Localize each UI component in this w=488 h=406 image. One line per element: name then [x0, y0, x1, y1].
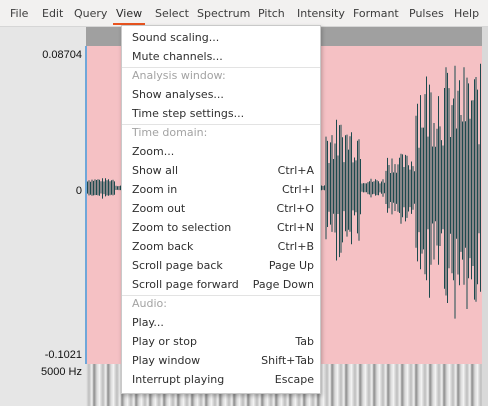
menu-item-label: Interrupt playing — [132, 373, 225, 386]
menu-item-time-domain: Time domain: — [122, 124, 320, 143]
menu-item-zoom-in[interactable]: Zoom in Ctrl+I — [122, 181, 320, 200]
menu-item-scroll-page-forward[interactable]: Scroll page forward Page Down — [122, 276, 320, 295]
menu-item-play[interactable]: Play... — [122, 314, 320, 333]
menu-item-mute-channels[interactable]: Mute channels... — [122, 48, 320, 67]
menu-item-label: Show all — [132, 164, 179, 177]
menu-item-label: Time step settings... — [132, 107, 245, 120]
menu-pulses[interactable]: Pulses — [409, 0, 444, 27]
menu-item-label: Show analyses... — [132, 88, 224, 101]
menu-item-label: Play... — [132, 316, 164, 329]
menu-spectrum[interactable]: Spectrum — [197, 0, 250, 27]
menu-item-play-or-stop[interactable]: Play or stop Tab — [122, 333, 320, 352]
menu-item-shortcut: Ctrl+I — [281, 183, 314, 196]
menu-item-label: Analysis window: — [132, 69, 226, 82]
selection-start-line — [85, 46, 87, 364]
scrollbar[interactable] — [482, 27, 488, 406]
menu-item-show-all[interactable]: Show all Ctrl+A — [122, 162, 320, 181]
amplitude-zero-label: 0 — [75, 185, 82, 197]
menu-view[interactable]: View — [112, 0, 146, 27]
menu-file[interactable]: File — [10, 0, 28, 27]
menu-item-interrupt-playing[interactable]: Interrupt playing Escape — [122, 371, 320, 390]
menu-item-time-step-settings[interactable]: Time step settings... — [122, 105, 320, 124]
menu-item-shortcut: Ctrl+N — [276, 221, 314, 234]
menu-pitch[interactable]: Pitch — [258, 0, 285, 27]
menu-item-label: Mute channels... — [132, 50, 223, 63]
menu-query[interactable]: Query — [74, 0, 107, 27]
menu-item-scroll-page-back[interactable]: Scroll page back Page Up — [122, 257, 320, 276]
menu-item-shortcut: Ctrl+A — [277, 164, 314, 177]
menu-item-shortcut: Tab — [295, 335, 314, 348]
menu-item-label: Zoom in — [132, 183, 178, 196]
menu-select[interactable]: Select — [155, 0, 189, 27]
menu-item-label: Scroll page back — [132, 259, 223, 272]
menu-item-shortcut: Shift+Tab — [261, 354, 314, 367]
view-menu-dropdown: Sound scaling... Mute channels... Analysis… — [121, 25, 321, 394]
menu-item-label: Zoom... — [132, 145, 175, 158]
menu-item-shortcut: Escape — [274, 373, 314, 386]
amplitude-max-label: 0.08704 — [42, 49, 82, 61]
menu-item-label: Play or stop — [132, 335, 197, 348]
menu-item-zoom-back[interactable]: Zoom back Ctrl+B — [122, 238, 320, 257]
spectrogram-max-frequency-label: 5000 Hz — [41, 366, 82, 378]
menu-item-label: Zoom out — [132, 202, 186, 215]
menu-item-audio: Audio: — [122, 295, 320, 314]
menu-item-show-analyses[interactable]: Show analyses... — [122, 86, 320, 105]
menu-intensity[interactable]: Intensity — [297, 0, 345, 27]
menu-item-shortcut: Page Up — [268, 259, 314, 272]
menu-item-label: Play window — [132, 354, 201, 367]
menu-item-label: Zoom back — [132, 240, 194, 253]
menu-item-zoom-out[interactable]: Zoom out Ctrl+O — [122, 200, 320, 219]
menu-item-shortcut: Ctrl+B — [277, 240, 314, 253]
menu-item-analysis-window: Analysis window: — [122, 67, 320, 86]
menu-item-zoom[interactable]: Zoom... — [122, 143, 320, 162]
menu-item-label: Time domain: — [132, 126, 208, 139]
menu-item-play-window[interactable]: Play window Shift+Tab — [122, 352, 320, 371]
menu-formant[interactable]: Formant — [353, 0, 399, 27]
menu-item-shortcut: Ctrl+O — [276, 202, 314, 215]
menu-item-shortcut: Page Down — [252, 278, 314, 291]
menu-edit[interactable]: Edit — [42, 0, 63, 27]
menu-item-label: Zoom to selection — [132, 221, 232, 234]
menu-item-zoom-to-selection[interactable]: Zoom to selection Ctrl+N — [122, 219, 320, 238]
menu-item-label: Scroll page forward — [132, 278, 239, 291]
amplitude-min-label: -0.1021 — [44, 349, 82, 361]
menubar: File Edit Query View Select Spectrum Pit… — [0, 0, 488, 27]
menu-item-label: Audio: — [132, 297, 167, 310]
menu-item-sound-scaling[interactable]: Sound scaling... — [122, 29, 320, 48]
menu-help[interactable]: Help — [454, 0, 479, 27]
menu-item-label: Sound scaling... — [132, 31, 220, 44]
